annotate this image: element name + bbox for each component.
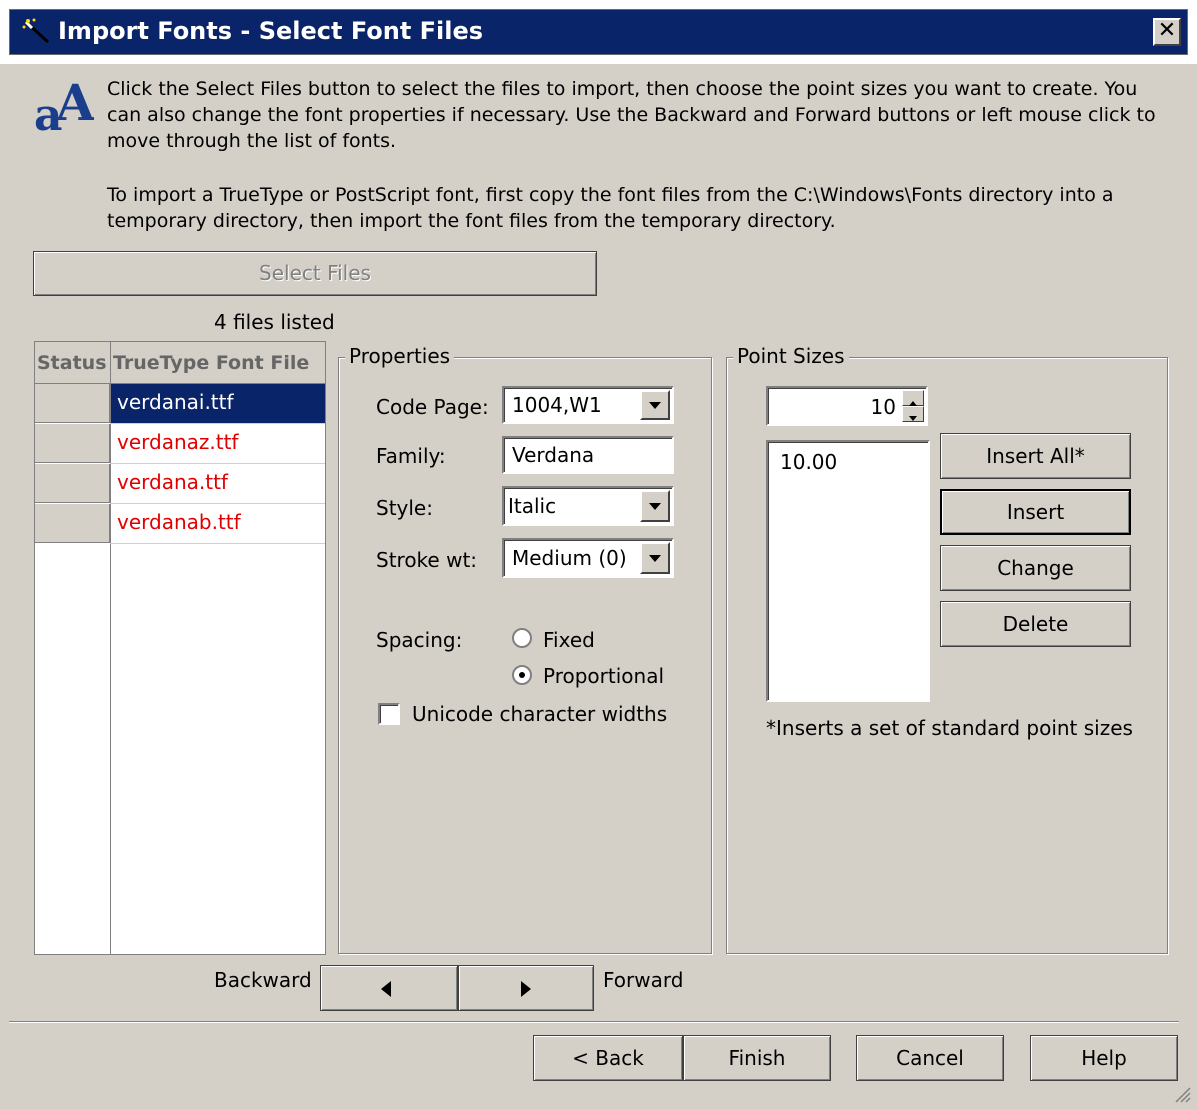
point-sizes-group-label: Point Sizes (733, 344, 849, 368)
stroke-weight-value: Medium (0) (512, 546, 627, 570)
family-value: Verdana (512, 443, 595, 467)
table-row-file[interactable]: verdanaz.ttf (111, 424, 325, 464)
delete-button[interactable]: Delete (940, 601, 1131, 647)
forward-label: Forward (603, 968, 684, 992)
style-value: Italic (508, 494, 557, 518)
footer-divider (9, 1021, 1179, 1023)
spinner-down-button[interactable] (902, 406, 924, 422)
stroke-weight-label: Stroke wt: (376, 548, 478, 572)
family-label: Family: (376, 444, 446, 468)
backward-label: Backward (214, 968, 312, 992)
cancel-button[interactable]: Cancel (856, 1035, 1004, 1081)
forward-button[interactable] (458, 965, 594, 1011)
table-row-file[interactable]: verdanab.ttf (111, 504, 325, 544)
spacing-fixed-label[interactable]: Fixed (543, 628, 595, 652)
list-item[interactable]: 10.00 (780, 450, 837, 474)
unicode-widths-label[interactable]: Unicode character widths (412, 702, 667, 726)
magic-wand-icon (22, 18, 50, 44)
title-bar-inner: Import Fonts - Select Font Files ✕ (9, 9, 1188, 55)
help-button[interactable]: Help (1030, 1035, 1178, 1081)
chevron-down-icon[interactable] (640, 490, 670, 522)
spacing-proportional-label[interactable]: Proportional (543, 664, 664, 688)
table-row-file[interactable]: verdana.ttf (111, 464, 325, 504)
spacing-fixed-radio[interactable] (512, 628, 532, 648)
point-size-spinner[interactable]: 10 (766, 386, 928, 426)
table-row-status[interactable] (35, 464, 111, 504)
close-button[interactable]: ✕ (1153, 18, 1181, 46)
files-count-label: 4 files listed (214, 310, 335, 334)
style-label: Style: (376, 496, 433, 520)
family-field[interactable]: Verdana (502, 436, 674, 474)
code-page-value: 1004,W1 (512, 393, 602, 417)
triangle-right-icon (521, 981, 531, 997)
change-button[interactable]: Change (940, 545, 1131, 591)
stroke-weight-combo[interactable]: Medium (0) (502, 538, 674, 578)
back-button[interactable]: < Back (533, 1035, 683, 1081)
insert-all-button[interactable]: Insert All* (940, 433, 1131, 479)
window-title: Import Fonts - Select Font Files (58, 17, 484, 45)
resize-grip-icon[interactable] (1170, 1082, 1192, 1104)
code-page-label: Code Page: (376, 395, 489, 419)
select-files-button[interactable]: Select Files (33, 251, 597, 296)
properties-group-label: Properties (345, 344, 455, 368)
font-file-column-header[interactable]: TrueType Font File (111, 342, 325, 384)
arrow-down-icon (909, 416, 917, 421)
table-row-status[interactable] (35, 504, 111, 544)
point-size-spinner-value: 10 (870, 395, 896, 419)
backward-button[interactable] (320, 965, 458, 1011)
spacing-proportional-radio[interactable] (512, 665, 532, 685)
close-icon: ✕ (1157, 18, 1177, 43)
svg-text:A: A (55, 74, 94, 132)
triangle-left-icon (381, 981, 391, 997)
font-file-table[interactable]: Status TrueType Font File verdanai.ttf v… (34, 341, 326, 955)
unicode-widths-checkbox[interactable] (378, 703, 400, 725)
insert-button[interactable]: Insert (940, 489, 1131, 535)
chevron-down-icon[interactable] (640, 542, 670, 574)
table-row-file[interactable]: verdanai.ttf (111, 384, 325, 424)
finish-button[interactable]: Finish (683, 1035, 831, 1081)
spinner-up-button[interactable] (902, 390, 924, 406)
table-row-status[interactable] (35, 384, 111, 424)
point-sizes-note: *Inserts a set of standard point sizes (766, 716, 1133, 740)
status-column-header[interactable]: Status (35, 342, 111, 384)
table-row-status[interactable] (35, 424, 111, 464)
title-bar: Import Fonts - Select Font Files ✕ (0, 0, 1197, 64)
intro-paragraph-1: Click the Select Files button to select … (107, 78, 1156, 152)
font-aa-icon: a A (34, 74, 94, 134)
chevron-down-icon[interactable] (640, 390, 670, 420)
intro-paragraph-2: To import a TrueType or PostScript font,… (107, 184, 1114, 232)
point-sizes-list[interactable]: 10.00 (766, 440, 930, 702)
style-combo[interactable]: Italic (502, 486, 674, 526)
spacing-label: Spacing: (376, 628, 463, 652)
code-page-combo[interactable]: 1004,W1 (502, 386, 674, 424)
